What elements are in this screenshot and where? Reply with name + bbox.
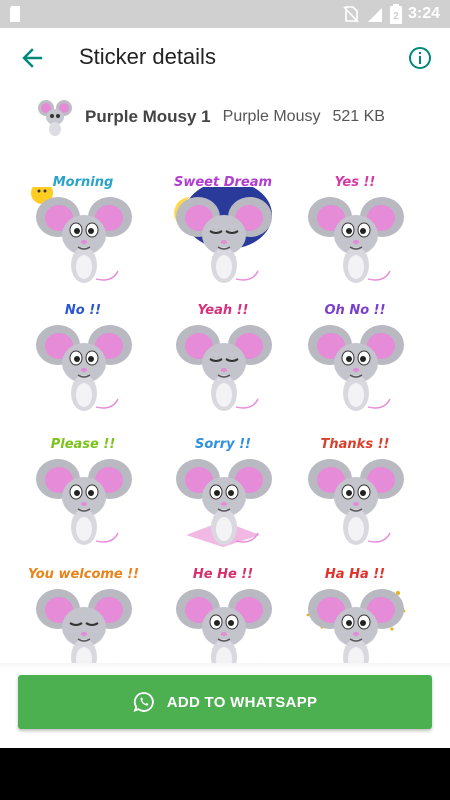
sticker-please[interactable]: Please !! [28,437,138,547]
sticker-yes[interactable]: Yes !! [300,175,410,285]
tray-image-icon [38,100,72,136]
sticker-morning[interactable]: Morning [28,175,138,285]
mouse-sticker-image [176,459,272,547]
sticker-no[interactable]: No !! [28,303,138,413]
pack-size: 521 KB [332,108,385,125]
pack-publisher: Purple Mousy [222,108,321,125]
mouse-sticker-image [176,325,272,411]
sticker-yeah[interactable]: Yeah !! [168,303,278,413]
arrow-left-icon [22,48,43,68]
mouse-sticker-image [308,197,404,283]
sticker-sorry[interactable]: Sorry !! [168,437,278,547]
info-circle-icon [409,47,431,69]
back-button[interactable] [14,40,50,76]
mouse-sticker-image [36,459,132,545]
mouse-sticker-image [36,325,132,411]
mouse-sticker-image [31,187,132,283]
sticker-sleep[interactable]: Sweet Dream [168,175,278,285]
sticker-haha[interactable]: Ha Ha !! [300,567,410,663]
pack-header: Purple Mousy 1 Purple Mousy 521 KB [0,94,450,140]
pack-name: Purple Mousy 1 [85,107,211,126]
sd-card-icon [10,6,20,22]
mouse-sticker-image [36,589,132,663]
sticker-thanks[interactable]: Thanks !! [300,437,410,547]
system-nav-bar [0,748,450,800]
divider [0,663,450,669]
mouse-sticker-image [308,325,404,411]
add-to-whatsapp-label: ADD TO WHATSAPP [166,693,318,711]
status-bar: 2 3:24 [0,0,450,28]
info-button[interactable] [402,40,438,76]
signal-icon [367,8,382,22]
whatsapp-icon [133,692,154,713]
mouse-sticker-image [174,187,272,283]
sticker-grid: Morning Sweet Dream Yes !! No !! Yeah !! Oh N… [0,165,450,663]
sticker-ohno[interactable]: Oh No !! [300,303,410,413]
mouse-sticker-image [176,589,272,663]
toolbar: Sticker details [0,28,450,88]
page-title: Sticker details [79,44,216,69]
battery-icon: 2 [389,4,402,24]
battery-level: 2 [393,11,399,22]
sticker-hehe[interactable]: He He !! [168,567,278,663]
status-icons: 2 3:24 [342,4,440,24]
no-sim-icon [343,6,359,23]
sticker-welcome[interactable]: You welcome !! [28,567,139,663]
app-screen: 2 3:24 Sticker details Purple Mousy 1 Pu… [0,0,450,748]
add-to-whatsapp-button[interactable]: ADD TO WHATSAPP [18,675,432,729]
clock: 3:24 [407,5,440,22]
mouse-sticker-image [306,589,406,663]
mouse-sticker-image [308,459,404,545]
